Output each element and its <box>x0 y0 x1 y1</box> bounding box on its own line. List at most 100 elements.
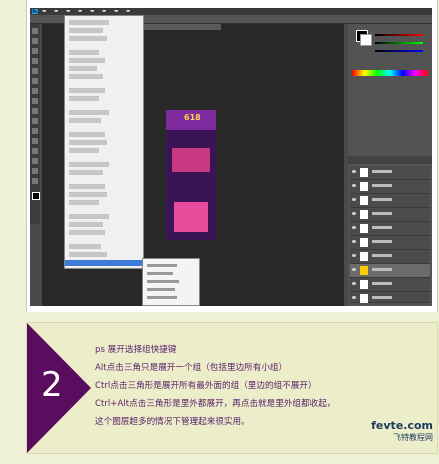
menu-edit[interactable]: ▬ <box>54 9 58 14</box>
eye-icon[interactable] <box>352 254 356 257</box>
foreground-color-swatch[interactable] <box>32 192 40 200</box>
layer-thumbnail <box>360 238 368 247</box>
submenu-item[interactable] <box>147 288 175 291</box>
layer-row[interactable] <box>350 278 430 292</box>
shape-tool-icon[interactable] <box>32 158 38 164</box>
submenu-item[interactable] <box>147 296 177 299</box>
crop-tool-icon[interactable] <box>32 68 38 74</box>
menu-item[interactable] <box>69 88 105 93</box>
document-tab[interactable] <box>138 24 221 30</box>
menu-image[interactable]: ▬ <box>66 9 70 14</box>
lasso-tool-icon[interactable] <box>32 48 38 54</box>
brush-tool-icon[interactable] <box>32 88 38 94</box>
layer-name <box>372 282 392 285</box>
layer-row[interactable] <box>350 208 430 222</box>
green-slider[interactable] <box>375 42 423 44</box>
eye-icon[interactable] <box>352 282 356 285</box>
eye-icon[interactable] <box>352 268 356 271</box>
marquee-tool-icon[interactable] <box>32 38 38 44</box>
type-tool-icon[interactable] <box>32 138 38 144</box>
tip-line: Ctrl点击三角形是展开所有最外面的组（里边的组不展开） <box>95 381 317 391</box>
layer-thumbnail <box>360 280 368 289</box>
layer-name <box>372 296 392 299</box>
zoom-tool-icon[interactable] <box>32 178 38 184</box>
menu-file[interactable]: ▬ <box>42 9 46 14</box>
eraser-tool-icon[interactable] <box>32 108 38 114</box>
menu-item[interactable] <box>69 110 109 115</box>
menu-item[interactable] <box>69 148 99 153</box>
watermark-domain: fevte.com <box>371 419 433 432</box>
eye-icon[interactable] <box>352 170 356 173</box>
tip-line: Ctrl+Alt点击三角形是里外都展开，再点击就是里外组都收起， <box>95 399 336 409</box>
layer-row[interactable] <box>350 250 430 264</box>
hand-tool-icon[interactable] <box>32 168 38 174</box>
layer-row[interactable] <box>350 194 430 208</box>
menu-item[interactable] <box>69 20 109 25</box>
layer-row[interactable] <box>350 180 430 194</box>
pen-tool-icon[interactable] <box>32 128 38 134</box>
menu-layer[interactable]: ▬ <box>78 9 82 14</box>
eye-icon[interactable] <box>352 184 356 187</box>
menu-item[interactable] <box>69 244 101 249</box>
menu-item[interactable] <box>69 200 99 205</box>
layer-thumbnail <box>360 224 368 233</box>
eye-icon[interactable] <box>352 198 356 201</box>
photoshop-window: Ps ▬ ▬ ▬ ▬ ▬ ▬ ▬ ▬ 618 <box>30 8 432 306</box>
menu-item[interactable] <box>69 36 107 41</box>
color-ramp[interactable] <box>352 70 428 76</box>
stamp-tool-icon[interactable] <box>32 98 38 104</box>
layer-row[interactable] <box>350 292 430 303</box>
blue-slider[interactable] <box>375 50 423 52</box>
menu-item-highlighted[interactable] <box>65 260 143 266</box>
eye-icon[interactable] <box>352 212 356 215</box>
path-tool-icon[interactable] <box>32 148 38 154</box>
layer-row-selected[interactable] <box>350 264 430 278</box>
menu-item[interactable] <box>69 58 105 63</box>
tip-line-title: ps 展开选择组快捷键 <box>95 345 177 355</box>
eye-icon[interactable] <box>352 240 356 243</box>
move-tool-icon[interactable] <box>32 28 38 34</box>
menu-item[interactable] <box>69 140 107 145</box>
layer-row[interactable] <box>350 222 430 236</box>
menu-item[interactable] <box>69 96 99 101</box>
menu-view[interactable]: ▬ <box>126 9 130 14</box>
submenu <box>142 258 200 306</box>
submenu-item[interactable] <box>147 264 177 267</box>
menu-type[interactable]: ▬ <box>90 9 94 14</box>
menu-filter[interactable]: ▬ <box>114 9 118 14</box>
layer-thumbnail <box>360 168 368 177</box>
menu-item[interactable] <box>69 192 107 197</box>
layers-panel-header <box>348 156 432 164</box>
step-number: 2 <box>41 365 63 405</box>
layer-row[interactable] <box>350 166 430 180</box>
red-slider[interactable] <box>375 34 423 36</box>
layer-thumbnail <box>360 210 368 219</box>
color-swatch-background[interactable] <box>360 34 372 46</box>
eye-icon[interactable] <box>352 296 356 299</box>
menu-item[interactable] <box>69 162 109 167</box>
menu-item[interactable] <box>69 50 99 55</box>
eye-icon[interactable] <box>352 226 356 229</box>
folder-icon <box>360 266 368 275</box>
menu-item[interactable] <box>69 132 105 137</box>
layer-name <box>372 268 392 271</box>
submenu-item[interactable] <box>147 280 179 283</box>
wand-tool-icon[interactable] <box>32 58 38 64</box>
eyedropper-tool-icon[interactable] <box>32 78 38 84</box>
menu-item[interactable] <box>69 230 105 235</box>
menu-item[interactable] <box>69 170 103 175</box>
menu-item[interactable] <box>69 222 103 227</box>
menu-item[interactable] <box>69 184 105 189</box>
menu-item[interactable] <box>69 214 109 219</box>
menu-item[interactable] <box>69 118 101 123</box>
layer-thumbnail <box>360 196 368 205</box>
layer-row[interactable] <box>350 236 430 250</box>
layer-menu-dropdown <box>64 15 144 269</box>
menu-item[interactable] <box>69 66 97 71</box>
gradient-tool-icon[interactable] <box>32 118 38 124</box>
menu-item[interactable] <box>69 74 103 79</box>
submenu-item[interactable] <box>147 272 173 275</box>
menu-select[interactable]: ▬ <box>102 9 106 14</box>
menu-item[interactable] <box>69 252 107 257</box>
menu-item[interactable] <box>69 28 103 33</box>
